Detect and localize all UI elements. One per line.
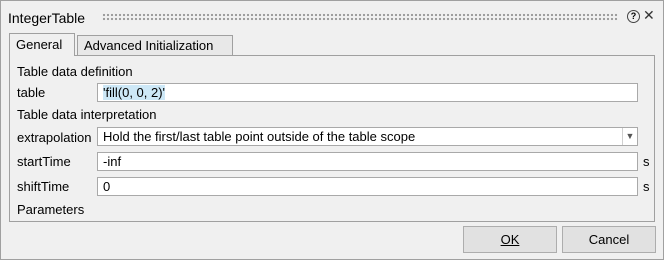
drag-grip[interactable]	[102, 13, 618, 21]
ok-label: OK	[500, 232, 520, 247]
section-parameters: Parameters	[17, 202, 85, 217]
tab-general[interactable]: General	[9, 33, 75, 56]
chevron-down-icon[interactable]: ▼	[622, 128, 637, 145]
starttime-input[interactable]: -inf	[97, 152, 638, 171]
extrapolation-value: Hold the first/last table point outside …	[103, 129, 416, 144]
tab-label: Advanced Initialization	[84, 38, 214, 53]
table-label: table	[17, 85, 46, 100]
starttime-unit: s	[643, 154, 650, 169]
table-value: 'fill(0, 0, 2)'	[103, 85, 166, 100]
cancel-label: Cancel	[588, 232, 630, 247]
tab-advanced-initialization[interactable]: Advanced Initialization	[77, 35, 233, 55]
dialog-window: IntegerTable ? ✕ General Advanced Initia…	[0, 0, 664, 260]
cancel-button[interactable]: Cancel	[562, 226, 656, 253]
starttime-label: startTime	[17, 154, 71, 169]
section-table-interpretation: Table data interpretation	[17, 107, 157, 122]
close-icon[interactable]: ✕	[643, 7, 655, 24]
starttime-value: -inf	[103, 154, 122, 169]
extrapolation-label: extrapolation	[17, 130, 92, 145]
title-bar[interactable]: IntegerTable ? ✕	[1, 1, 663, 31]
shifttime-label: shiftTime	[17, 179, 70, 194]
tab-label: General	[16, 37, 63, 52]
dialog-title: IntegerTable	[8, 10, 86, 26]
shifttime-value: 0	[103, 179, 111, 194]
section-table-definition: Table data definition	[17, 64, 133, 79]
help-icon[interactable]: ?	[627, 10, 640, 23]
table-input[interactable]: 'fill(0, 0, 2)'	[97, 83, 638, 102]
shifttime-input[interactable]: 0	[97, 177, 638, 196]
shifttime-unit: s	[643, 179, 650, 194]
extrapolation-select[interactable]: Hold the first/last table point outside …	[97, 127, 638, 146]
ok-button[interactable]: OK	[463, 226, 557, 253]
